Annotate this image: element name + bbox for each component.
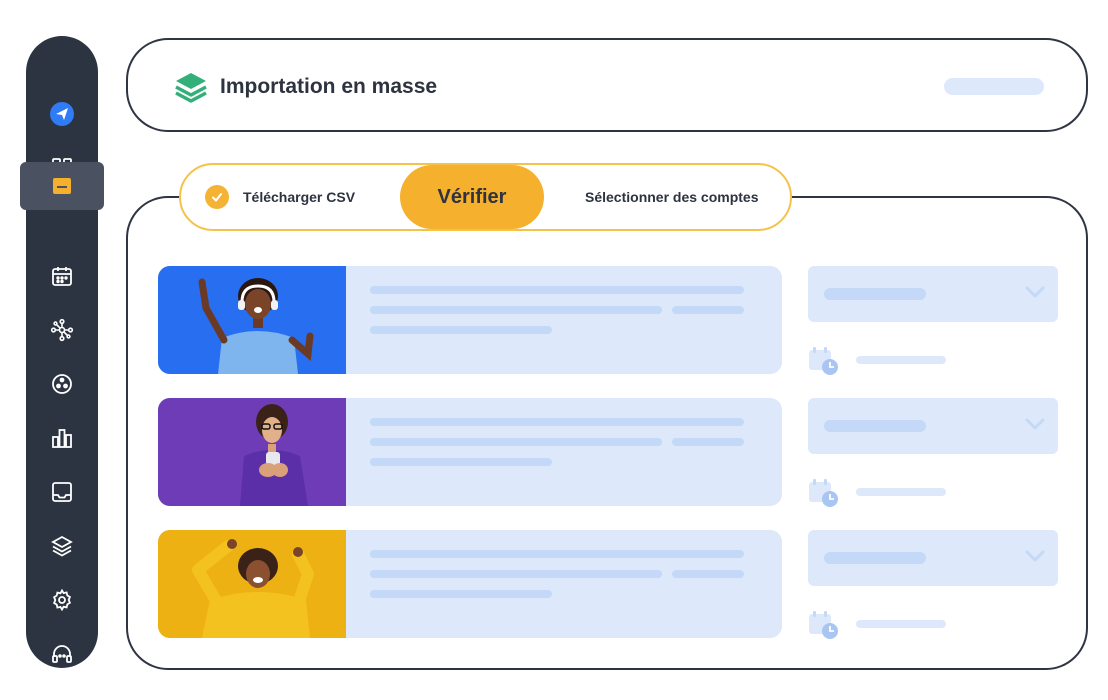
dropdown-value bbox=[824, 552, 926, 564]
bar-chart-icon[interactable] bbox=[26, 418, 98, 458]
network-hub-icon[interactable] bbox=[26, 310, 98, 350]
step-verify-active[interactable]: Vérifier bbox=[400, 165, 544, 229]
layers-icon[interactable] bbox=[26, 526, 98, 566]
dropdown-value bbox=[824, 420, 926, 432]
page-title: Importation en masse bbox=[220, 75, 438, 98]
chevron-down-icon bbox=[1025, 286, 1045, 298]
support-headset-icon[interactable] bbox=[26, 634, 98, 674]
paper-plane-logo-icon[interactable] bbox=[26, 94, 98, 134]
import-stepper: Télécharger CSV Vérifier Sélectionner de… bbox=[179, 163, 792, 231]
skeleton-line bbox=[370, 286, 744, 294]
compose-post-icon[interactable] bbox=[20, 162, 104, 210]
inbox-tray-icon[interactable] bbox=[26, 472, 98, 512]
schedule-calendar-icon[interactable] bbox=[808, 346, 840, 376]
step-upload-csv[interactable]: Télécharger CSV bbox=[243, 189, 355, 205]
schedule-date-placeholder bbox=[856, 620, 946, 628]
calendar-icon[interactable] bbox=[26, 256, 98, 296]
schedule-calendar-icon[interactable] bbox=[808, 478, 840, 508]
skeleton-line bbox=[370, 590, 552, 598]
account-dropdown[interactable] bbox=[808, 266, 1058, 322]
skeleton-line bbox=[370, 438, 662, 446]
skeleton-line bbox=[370, 326, 552, 334]
circle-dots-icon[interactable] bbox=[26, 364, 98, 404]
skeleton-line bbox=[672, 570, 744, 578]
step-select-accounts[interactable]: Sélectionner des comptes bbox=[585, 189, 759, 205]
check-icon bbox=[205, 185, 229, 209]
account-dropdown[interactable] bbox=[808, 398, 1058, 454]
settings-gear-icon[interactable] bbox=[26, 580, 98, 620]
post-row[interactable] bbox=[158, 530, 782, 638]
dropdown-value bbox=[824, 288, 926, 300]
skeleton-line bbox=[370, 306, 662, 314]
chevron-down-icon bbox=[1025, 550, 1045, 562]
layers-logo-icon bbox=[175, 73, 207, 103]
skeleton-line bbox=[370, 550, 744, 558]
schedule-calendar-icon[interactable] bbox=[808, 610, 840, 640]
skeleton-line bbox=[370, 458, 552, 466]
header-placeholder-pill bbox=[944, 78, 1044, 95]
post-photo bbox=[158, 398, 346, 506]
skeleton-line bbox=[672, 438, 744, 446]
skeleton-line bbox=[370, 570, 662, 578]
post-row[interactable] bbox=[158, 398, 782, 506]
skeleton-line bbox=[672, 306, 744, 314]
skeleton-line bbox=[370, 418, 744, 426]
schedule-date-placeholder bbox=[856, 488, 946, 496]
chevron-down-icon bbox=[1025, 418, 1045, 430]
post-row[interactable] bbox=[158, 266, 782, 374]
post-photo bbox=[158, 266, 346, 374]
account-dropdown[interactable] bbox=[808, 530, 1058, 586]
page-header: Importation en masse bbox=[126, 38, 1088, 132]
post-photo bbox=[158, 530, 346, 638]
schedule-date-placeholder bbox=[856, 356, 946, 364]
sidebar bbox=[20, 36, 104, 668]
